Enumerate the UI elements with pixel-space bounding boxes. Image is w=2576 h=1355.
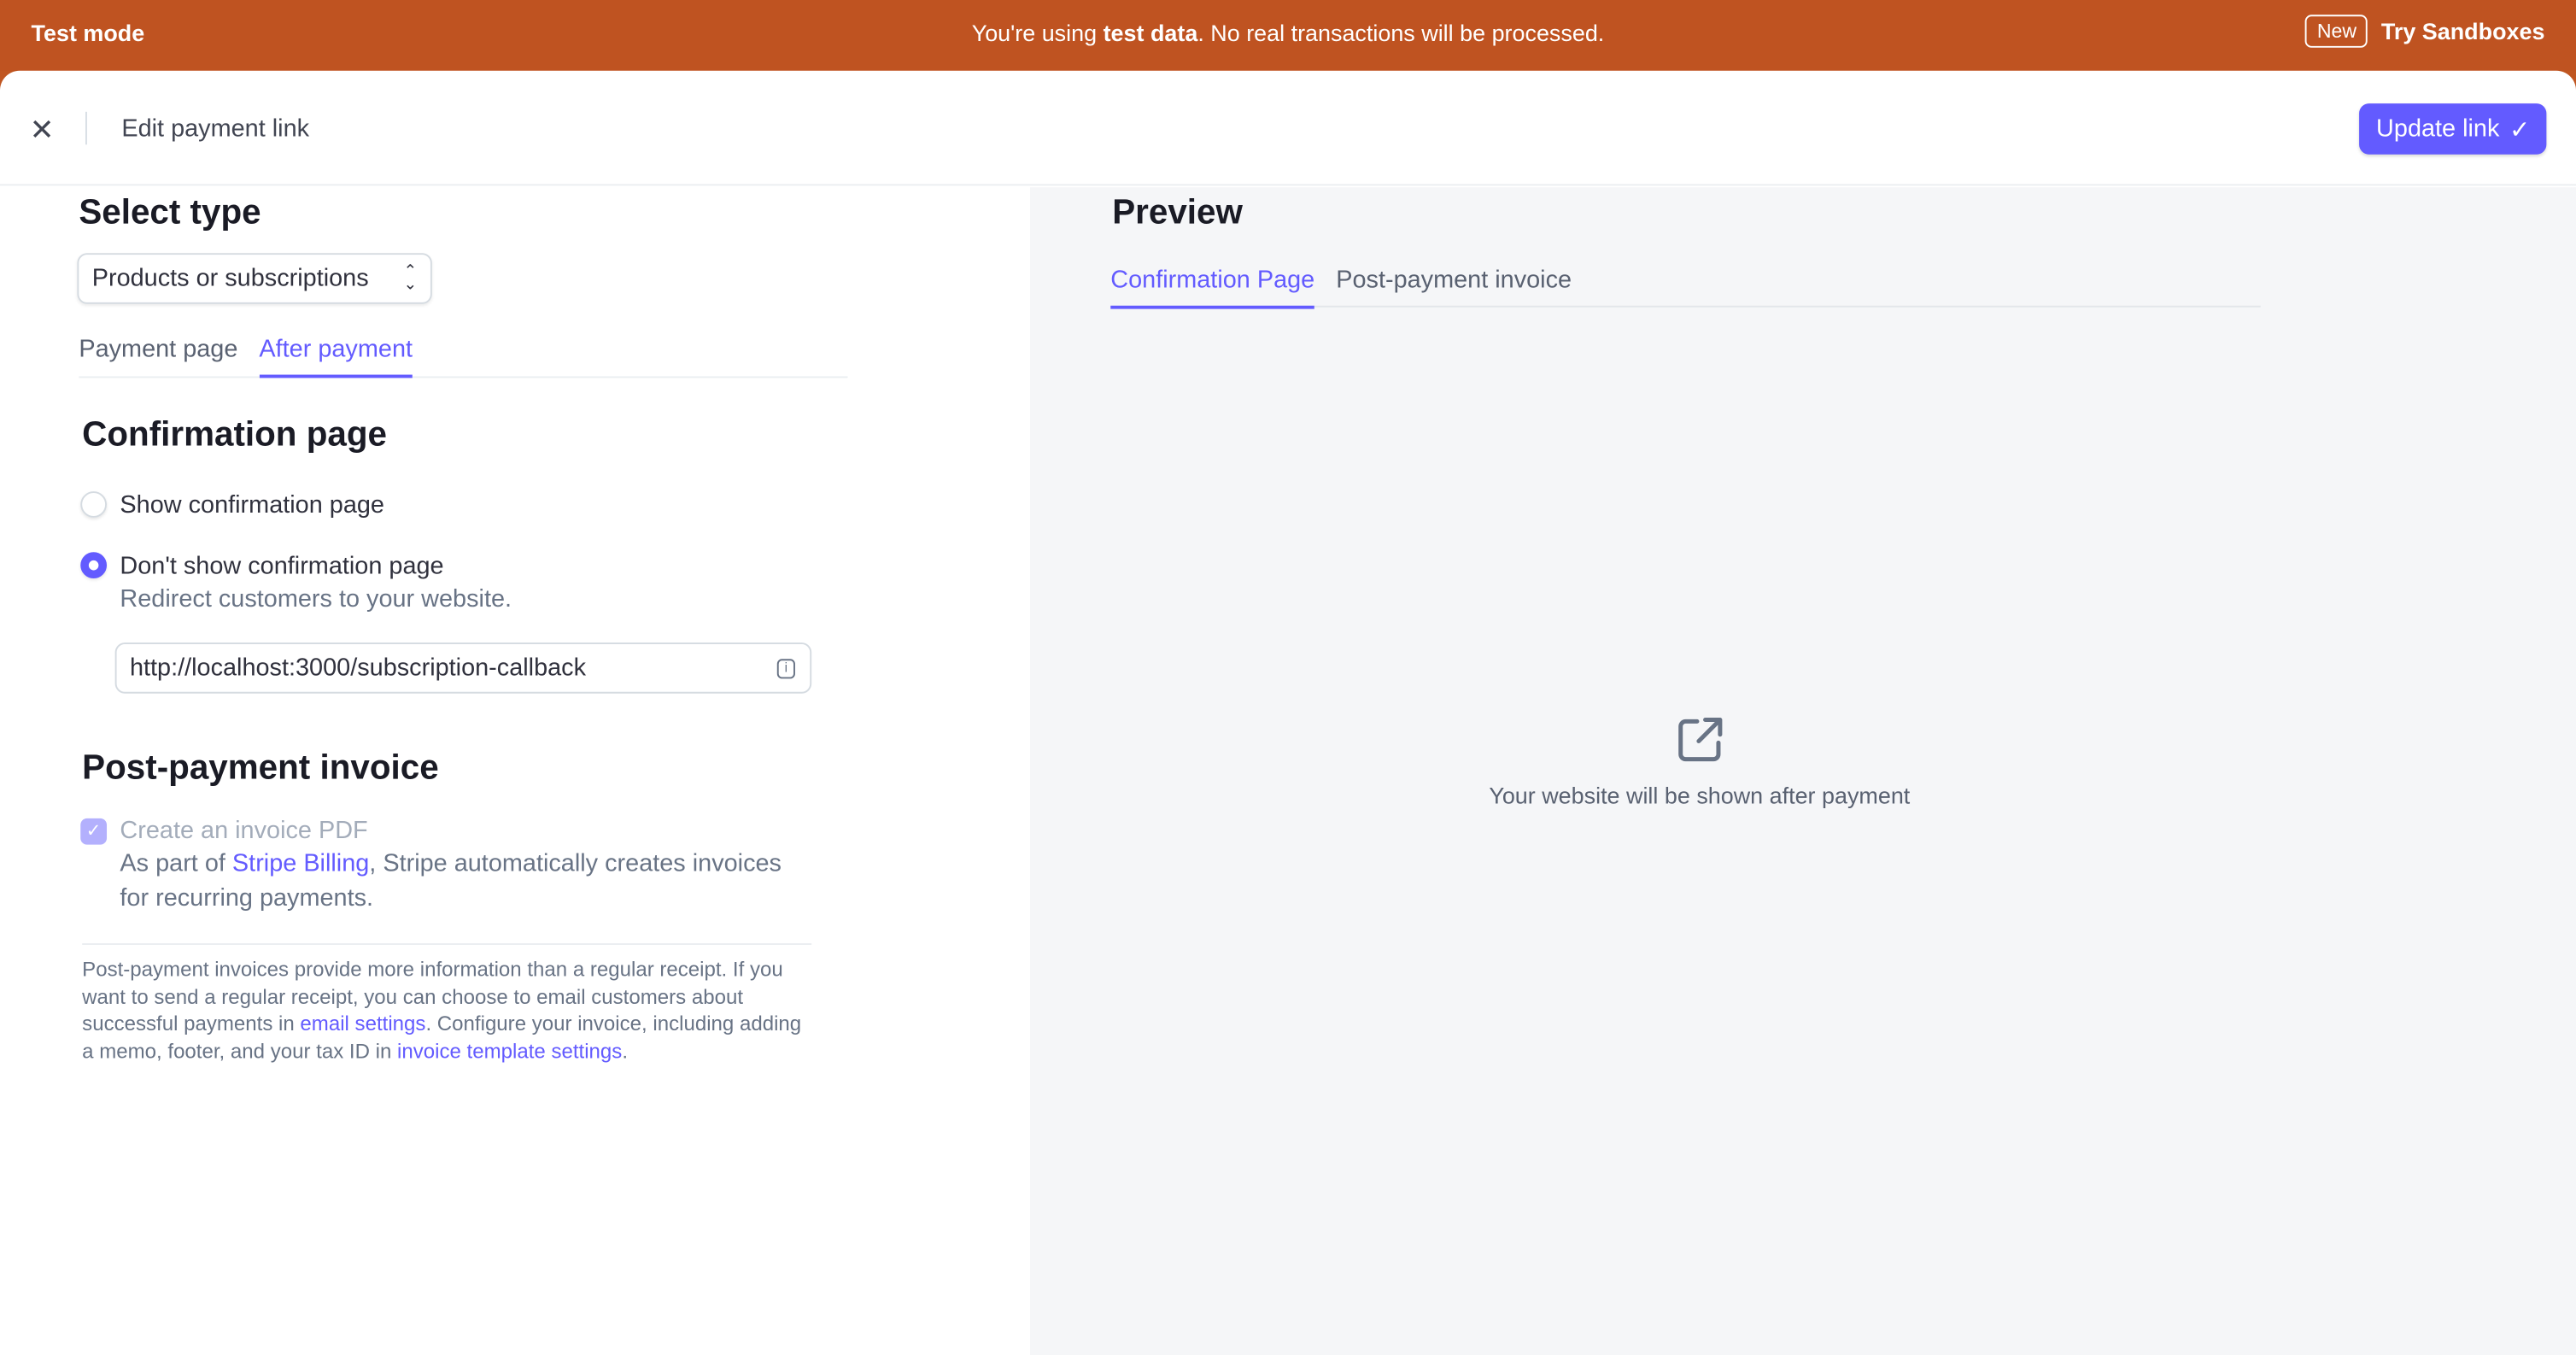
show-confirmation-radio[interactable]	[80, 491, 108, 518]
try-sandboxes-link[interactable]: New Try Sandboxes	[2305, 15, 2545, 48]
email-settings-link[interactable]: email settings	[300, 1013, 425, 1036]
create-invoice-label: Create an invoice PDF	[120, 816, 368, 845]
new-badge: New	[2305, 15, 2368, 48]
type-select-value: Products or subscriptions	[91, 264, 369, 293]
type-select[interactable]: Products or subscriptions ⌃ ⌄	[77, 253, 432, 304]
close-icon[interactable]: ✕	[30, 114, 55, 148]
message-bold: test data	[1103, 20, 1198, 46]
tab-post-payment-invoice[interactable]: Post-payment invoice	[1336, 267, 1572, 309]
page-title: Edit payment link	[121, 114, 310, 144]
check-icon: ✓	[2509, 115, 2531, 144]
confirmation-page-title: Confirmation page	[82, 415, 388, 454]
dont-show-confirmation-radio[interactable]	[80, 552, 108, 579]
invoice-note: Post-payment invoices provide more infor…	[82, 956, 805, 1066]
dont-show-confirmation-label: Don't show confirmation page	[120, 552, 444, 580]
test-mode-banner: Test mode You're using test data. No rea…	[0, 0, 2576, 71]
header: ✕ Edit payment link Update link ✓	[0, 71, 2576, 186]
message-prefix: You're using	[971, 20, 1104, 46]
desc-prefix: As part of	[120, 849, 232, 878]
settings-tabs: Payment page After payment	[79, 335, 848, 378]
show-confirmation-label: Show confirmation page	[120, 491, 384, 519]
edit-sheet: ✕ Edit payment link Update link ✓ Select …	[0, 70, 2576, 1355]
divider	[82, 943, 812, 945]
invoice-description: As part of Stripe Billing, Stripe automa…	[120, 847, 810, 916]
info-icon[interactable]: i	[776, 659, 795, 679]
chevron-up-down-icon: ⌃ ⌄	[403, 261, 418, 294]
preview-title: Preview	[1112, 193, 1243, 232]
redirect-url-input[interactable]: http://localhost:3000/subscription-callb…	[114, 642, 812, 694]
update-link-button[interactable]: Update link ✓	[2359, 103, 2547, 155]
redirect-description: Redirect customers to your website.	[120, 584, 512, 613]
stripe-billing-link[interactable]: Stripe Billing	[232, 849, 369, 877]
invoice-template-settings-link[interactable]: invoice template settings	[397, 1041, 622, 1064]
post-payment-invoice-title: Post-payment invoice	[82, 749, 439, 788]
try-sandboxes-label: Try Sandboxes	[2380, 18, 2545, 44]
create-invoice-checkbox[interactable]: ✓	[80, 818, 108, 845]
test-data-message: You're using test data. No real transact…	[0, 20, 2576, 46]
divider	[85, 111, 87, 145]
external-link-icon	[1678, 717, 1723, 762]
tab-after-payment[interactable]: After payment	[259, 335, 413, 378]
tab-payment-page[interactable]: Payment page	[79, 335, 237, 378]
redirect-url-value: http://localhost:3000/subscription-callb…	[129, 654, 587, 683]
preview-pane: Preview Confirmation Page Post-payment i…	[1030, 187, 2576, 1355]
update-link-label: Update link	[2376, 114, 2500, 144]
tab-confirmation-page[interactable]: Confirmation Page	[1110, 267, 1315, 309]
preview-message: Your website will be shown after payment	[1489, 782, 1911, 809]
settings-pane: Select type Products or subscriptions ⌃ ⌄ …	[0, 187, 1031, 1355]
message-suffix: . No real transactions will be processed…	[1197, 20, 1605, 46]
preview-tabs: Confirmation Page Post-payment invoice	[1110, 267, 2261, 309]
note-text: .	[622, 1040, 629, 1064]
select-type-title: Select type	[79, 193, 261, 232]
